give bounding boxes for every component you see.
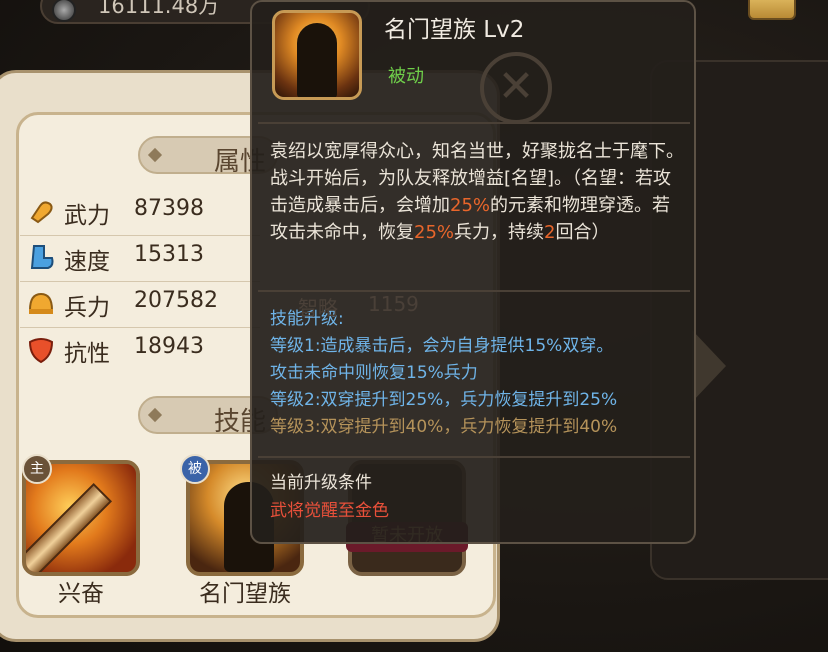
game-screen: { "top_bar": { "money": "16111.48万" }, "… [0, 0, 828, 652]
skill-title: 名门望族 Lv2 [384, 17, 525, 43]
upgrade-level-3: 等级3:双穿提升到40%，兵力恢复提升到40% [270, 417, 618, 437]
highlight-value: 2 [544, 222, 556, 243]
condition-header: 当前升级条件 [270, 473, 372, 493]
divider [258, 456, 690, 458]
skill-name: 兴奋 [58, 581, 104, 607]
helmet-icon [28, 292, 54, 314]
highlight-value: 25% [414, 222, 455, 243]
upgrade-level-2: 等级2:双穿提升到25%，兵力恢复提升到25% [270, 390, 618, 410]
skill-type: 被动 [388, 66, 424, 87]
stat-value: 87398 [134, 196, 204, 221]
description-text: 兵力，持续 [454, 222, 545, 243]
upgrade-level-1-cont: 攻击未命中则恢复15%兵力 [270, 363, 478, 383]
divider [20, 327, 260, 328]
skill-name: 名门望族 [199, 581, 291, 607]
stat-name: 抗性 [64, 341, 110, 367]
divider [20, 235, 260, 236]
skill-icon [272, 10, 362, 100]
close-icon[interactable]: ✕ [480, 52, 552, 124]
condition-text: 武将觉醒至金色 [270, 501, 389, 521]
stat-name: 武力 [64, 203, 110, 229]
ghost-stat-name: 智略 [298, 296, 338, 320]
passive-skill-badge: 被 [180, 454, 210, 484]
divider [258, 122, 690, 124]
arrow-right-icon[interactable] [692, 330, 726, 402]
upgrade-level-1: 等级1:造成暴击后，会为自身提供15%双穿。 [270, 336, 614, 356]
stat-name: 兵力 [64, 295, 110, 321]
sword-icon [26, 482, 113, 572]
divider [20, 281, 260, 282]
shield-icon [28, 338, 54, 364]
stat-value: 15313 [134, 242, 204, 267]
stat-value: 18943 [134, 334, 204, 359]
diamond-icon [147, 407, 163, 423]
main-skill-badge: 主 [22, 454, 52, 484]
coin-icon [52, 0, 76, 22]
description-text: 回合） [555, 222, 610, 243]
diamond-icon [147, 147, 163, 163]
boot-icon [30, 245, 54, 269]
fist-icon [30, 201, 53, 224]
stat-name: 速度 [64, 249, 110, 275]
add-currency-button[interactable] [748, 0, 796, 20]
ghost-stat-value: 1159 [368, 292, 419, 316]
skill-tooltip: 名门望族 Lv2 被动 ✕ 袁绍以宽厚得众心，知名当世，好聚拢名士于麾下。战斗开… [250, 0, 696, 544]
highlight-value: 25% [450, 195, 491, 216]
currency-amount: 16111.48万 [98, 0, 220, 18]
stat-value: 207582 [134, 288, 218, 313]
skill-description: 袁绍以宽厚得众心，知名当世，好聚拢名士于麾下。战斗开始后，为队友释放增益[名望]… [270, 138, 686, 246]
warlord-icon [297, 23, 337, 97]
